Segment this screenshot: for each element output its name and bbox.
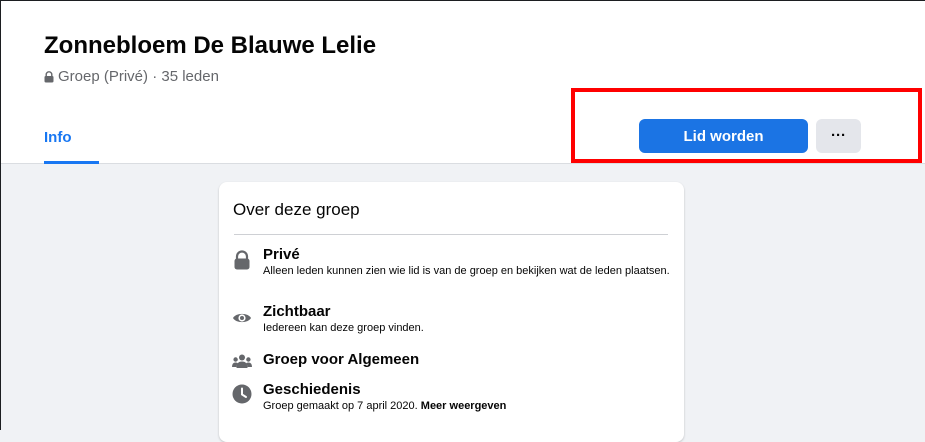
tab-info[interactable]: Info: [44, 119, 99, 164]
join-group-button[interactable]: Lid worden: [639, 119, 808, 153]
group-meta-text: Groep (Privé) · 35 leden: [58, 68, 219, 85]
about-title: Over deze groep: [233, 200, 360, 219]
window-border-top: [0, 0, 925, 1]
info-description: Alleen leden kunnen zien wie lid is van …: [263, 265, 670, 277]
info-description: Iedereen kan deze groep vinden.: [263, 322, 424, 334]
info-description: Groep gemaakt op 7 april 2020. Meer weer…: [263, 400, 673, 412]
info-heading: Groep voor Algemeen: [263, 351, 420, 368]
group-header: Zonnebloem De Blauwe Lelie Groep (Privé)…: [1, 1, 925, 164]
group-meta: Groep (Privé) · 35 leden: [44, 68, 219, 86]
window-border-left: [0, 0, 1, 430]
info-heading: Geschiedenis: [263, 381, 361, 398]
lock-icon: [44, 71, 54, 83]
lock-icon: [234, 250, 250, 270]
show-more-link[interactable]: Meer weergeven: [421, 400, 507, 412]
eye-icon: [233, 313, 251, 323]
group-name: Zonnebloem De Blauwe Lelie: [44, 32, 377, 59]
info-heading: Privé: [263, 246, 300, 263]
about-card: Over deze groep Privé Alleen leden kunne…: [219, 182, 684, 442]
info-heading: Zichtbaar: [263, 303, 331, 320]
clock-icon: [232, 384, 252, 404]
people-icon: [232, 354, 252, 368]
divider: [234, 234, 668, 235]
more-options-button[interactable]: ···: [816, 119, 861, 153]
history-text: Groep gemaakt op 7 april 2020.: [263, 400, 418, 412]
